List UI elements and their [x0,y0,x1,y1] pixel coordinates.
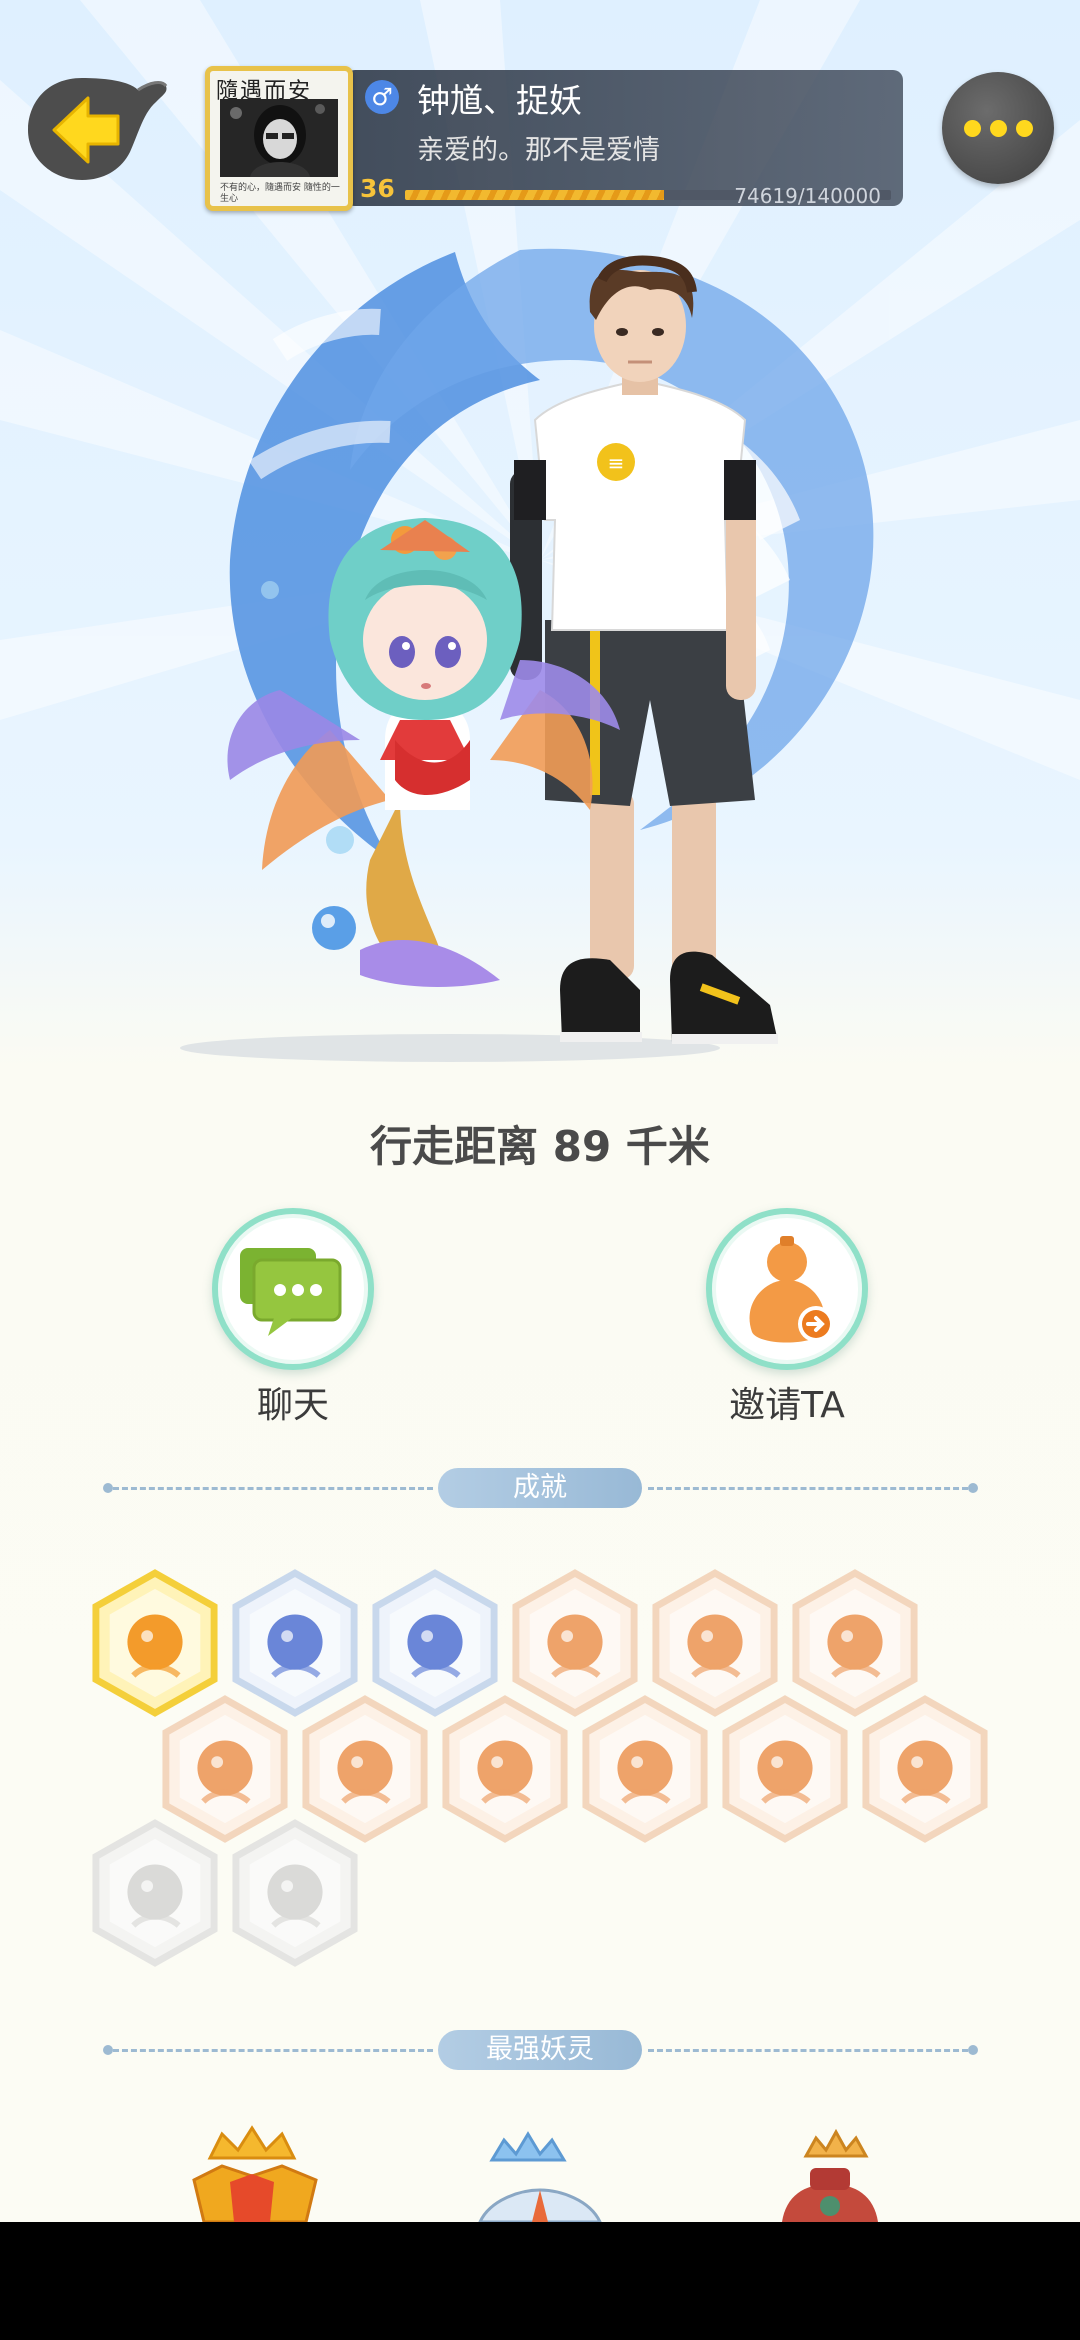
divider-line [113,2049,433,2052]
divider-dot [968,1483,978,1493]
more-button[interactable] [942,72,1054,184]
invite-gourd-icon [749,1236,834,1343]
avatar[interactable]: 隨遇而安 不有的心，隨遇而安 隨性的一生心 [205,66,353,211]
arrow-left-icon [28,78,168,180]
signature: 亲爱的。那不是爱情 [417,135,660,166]
chat-icon [240,1248,342,1336]
exp-bar-fill [405,190,665,200]
achievement-badge[interactable] [860,1694,990,1844]
avatar-photo [220,99,338,177]
more-dot-icon [1016,120,1033,137]
achievement-badge[interactable] [90,1818,220,1968]
spirit-rank-2[interactable] [470,2130,610,2222]
silver-crown-icon [489,2131,567,2162]
strongest-spirits-header: 最强妖灵 [103,2030,978,2070]
walk-distance: 行走距离 89 千米 [370,1122,710,1171]
divider-line [648,2049,968,2052]
achievement-badge[interactable] [230,1818,360,1968]
achievements-header: 成就 [103,1468,978,1508]
spirit-rank-1[interactable] [180,2120,330,2222]
more-dot-icon [964,120,981,137]
bronze-crown-icon [803,2128,869,2158]
achievements-title: 成就 [438,1468,642,1508]
more-dot-icon [990,120,1007,137]
invite-icon-circle [706,1208,868,1370]
nickname: 钟馗、捉妖 [417,81,582,120]
avatar-caption: 不有的心，隨遇而安 隨性的一生心 [220,183,340,204]
achievement-badge[interactable] [580,1694,710,1844]
invite-button[interactable]: 邀请TA [702,1208,872,1428]
spirit-rank-3[interactable] [770,2126,890,2222]
system-navigation-bar [0,2222,1080,2340]
gold-crown-icon [207,2125,297,2160]
profile-screen: 隨遇而安 不有的心，隨遇而安 隨性的一生心 ♂ 钟馗、捉妖 亲爱的。那不是爱情 … [0,0,1080,2222]
strongest-spirits-title: 最强妖灵 [438,2030,642,2070]
exp-text: 74619/140000 [734,184,881,208]
svg-text:≡: ≡ [608,451,625,475]
divider-dot [968,2045,978,2055]
divider-dot [103,2045,113,2055]
chat-icon-circle [212,1208,374,1370]
male-icon: ♂ [365,80,399,114]
chat-button[interactable]: 聊天 [208,1208,378,1428]
level-number: 36 [360,174,395,203]
back-button[interactable] [26,72,168,184]
divider-line [648,1487,968,1490]
character-showcase[interactable]: ≡ [0,220,1080,1100]
invite-label: 邀请TA [729,1385,845,1426]
achievement-badge[interactable] [720,1694,850,1844]
profile-card: 隨遇而安 不有的心，隨遇而安 隨性的一生心 ♂ 钟馗、捉妖 亲爱的。那不是爱情 … [205,66,903,211]
chat-label: 聊天 [256,1385,329,1426]
divider-dot [103,1483,113,1493]
divider-line [113,1487,433,1490]
achievement-badge[interactable] [440,1694,570,1844]
